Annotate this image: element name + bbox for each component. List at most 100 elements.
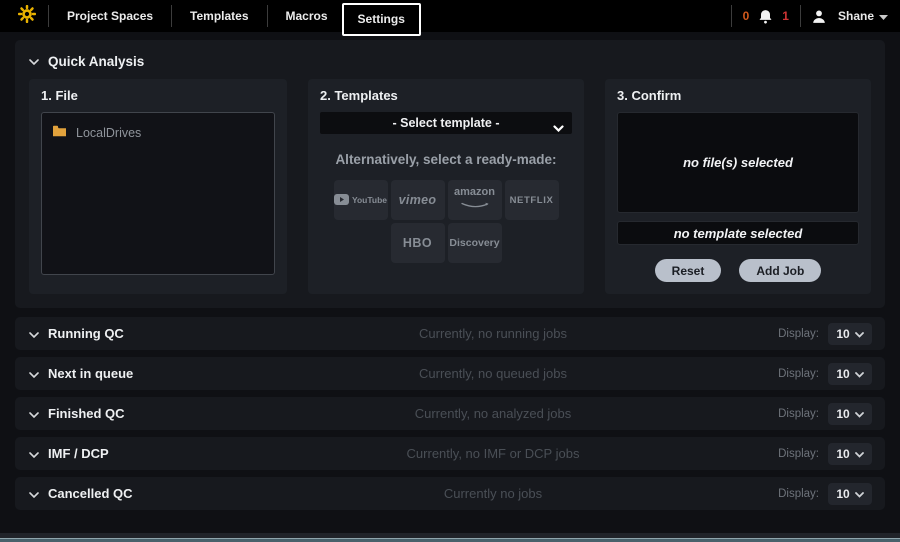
notification-count-right: 1 [777,9,794,23]
gear-icon [18,5,36,28]
app-logo[interactable] [12,5,42,28]
chevron-down-icon [855,325,864,343]
reset-button[interactable]: Reset [655,259,722,282]
quick-analysis-section: Quick Analysis 1. File [15,40,885,308]
display-label: Display: [778,368,819,380]
divider [267,5,268,27]
tree-item-localdrives[interactable]: LocalDrives [50,122,266,144]
section-header[interactable]: Cancelled QC [29,485,244,503]
brand-label: vimeo [399,193,437,207]
section-title: Cancelled QC [48,486,133,501]
section-header[interactable]: Running QC [29,325,244,343]
brand-row-1: YouTube vimeo amazon [334,180,559,220]
display-label: Display: [778,328,819,340]
section-cancelled-qc: Cancelled QC Currently no jobs Display: … [15,477,885,510]
file-browser[interactable]: LocalDrives [41,112,275,275]
confirm-panel-title: 3. Confirm [617,88,859,103]
section-status-text: Currently, no queued jobs [244,366,742,381]
display-count-select[interactable]: 10 [828,483,872,505]
section-running-qc: Running QC Currently, no running jobs Di… [15,317,885,350]
user-icon[interactable] [807,9,831,24]
section-status-text: Currently, no running jobs [244,326,742,341]
section-header[interactable]: Next in queue [29,365,244,383]
app-window: Project Spaces Templates Macros Settings… [0,0,900,542]
quick-analysis-title: Quick Analysis [48,54,144,69]
chevron-down-icon [855,405,864,423]
templates-panel-title: 2. Templates [320,88,572,103]
divider [731,5,732,27]
file-panel-title: 1. File [41,88,275,103]
display-count-select[interactable]: 10 [828,403,872,425]
bell-icon[interactable] [754,9,777,24]
no-files-text: no file(s) selected [683,155,793,170]
section-controls: Display: 10 [742,363,872,385]
chevron-down-icon [855,485,864,503]
section-controls: Display: 10 [742,443,872,465]
section-title: Next in queue [48,366,133,381]
quick-analysis-panels: 1. File LocalDrives [29,79,871,294]
brand-amazon-button[interactable]: amazon [448,180,502,220]
window-edge-accent [0,538,900,542]
chevron-down-icon [29,325,39,343]
brand-netflix-button[interactable]: NETFLIX [505,180,559,220]
section-status-text: Currently, no analyzed jobs [244,406,742,421]
templates-panel: 2. Templates - Select template - Alterna… [308,79,584,294]
section-controls: Display: 10 [742,483,872,505]
display-count-value: 10 [836,367,849,381]
display-count-select[interactable]: 10 [828,323,872,345]
display-count-value: 10 [836,447,849,461]
user-name[interactable]: Shane [838,9,874,23]
template-select[interactable]: - Select template - [320,112,572,134]
section-next-in-queue: Next in queue Currently, no queued jobs … [15,357,885,390]
main-content: Quick Analysis 1. File [0,32,900,533]
brand-discovery-button[interactable]: Discovery [448,223,502,263]
chevron-down-icon [29,485,39,503]
section-header[interactable]: Finished QC [29,405,244,423]
section-controls: Display: 10 [742,403,872,425]
chevron-down-icon [553,119,564,137]
youtube-icon [334,193,349,208]
section-title: Finished QC [48,406,125,421]
divider [800,5,801,27]
display-label: Display: [778,408,819,420]
brand-vimeo-button[interactable]: vimeo [391,180,445,220]
chevron-down-icon[interactable] [879,7,888,25]
section-header[interactable]: IMF / DCP [29,445,244,463]
nav-macros[interactable]: Macros [274,9,340,23]
section-controls: Display: 10 [742,323,872,345]
confirm-buttons: Reset Add Job [617,259,859,282]
nav-templates[interactable]: Templates [178,9,260,23]
brand-label: NETFLIX [510,195,554,206]
topnav-right: 0 1 Shane [725,5,888,27]
nav-settings[interactable]: Settings [342,3,421,36]
section-status-text: Currently, no IMF or DCP jobs [244,446,742,461]
brand-row-2: HBO Discovery [391,223,502,263]
tree-item-label: LocalDrives [76,126,141,140]
add-job-button[interactable]: Add Job [739,259,821,282]
ready-made-label: Alternatively, select a ready-made: [320,152,572,167]
selected-files-box: no file(s) selected [617,112,859,213]
display-count-value: 10 [836,407,849,421]
section-imf-dcp: IMF / DCP Currently, no IMF or DCP jobs … [15,437,885,470]
notification-count-left: 0 [738,9,755,23]
display-count-select[interactable]: 10 [828,363,872,385]
chevron-down-icon [855,365,864,383]
brand-hbo-button[interactable]: HBO [391,223,445,263]
section-finished-qc: Finished QC Currently, no analyzed jobs … [15,397,885,430]
quick-analysis-header[interactable]: Quick Analysis [29,50,871,79]
section-status-text: Currently no jobs [244,486,742,501]
nav-project-spaces[interactable]: Project Spaces [55,9,165,23]
chevron-down-icon [29,52,39,70]
template-select-value: - Select template - [320,116,572,130]
brand-grid: YouTube vimeo amazon [320,180,572,263]
brand-youtube-button[interactable]: YouTube [334,180,388,220]
display-count-value: 10 [836,327,849,341]
divider [171,5,172,27]
file-panel: 1. File LocalDrives [29,79,287,294]
section-title: Running QC [48,326,124,341]
chevron-down-icon [855,445,864,463]
top-navigation: Project Spaces Templates Macros Settings… [0,0,900,32]
display-label: Display: [778,448,819,460]
divider [48,5,49,27]
display-count-select[interactable]: 10 [828,443,872,465]
